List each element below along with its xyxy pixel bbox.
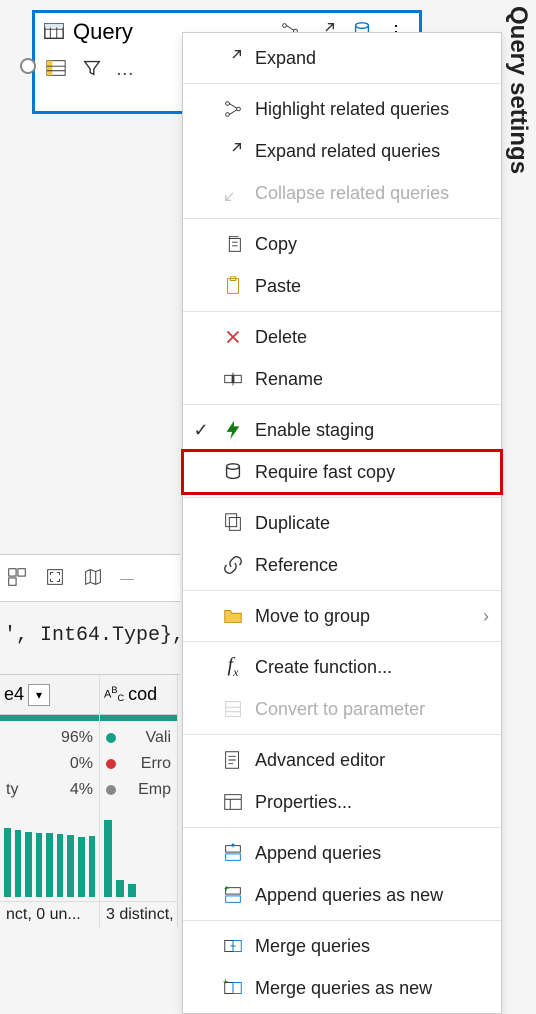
more-dots[interactable]: ... [117, 62, 135, 78]
distinct-summary: 3 distinct, 0 un... [100, 901, 177, 928]
check-icon: ✓ [191, 420, 211, 441]
error-dot-icon [106, 759, 116, 769]
distribution-bars [100, 811, 177, 901]
valid-pct: 96% [61, 729, 93, 747]
append-new-icon: + [221, 884, 245, 906]
distribution-bars [0, 811, 99, 901]
merge-new-icon: + [221, 977, 245, 999]
grid-icon[interactable] [6, 566, 28, 591]
duplicate-icon [221, 512, 245, 534]
filter-icon[interactable] [81, 57, 103, 82]
column-header[interactable]: ABC cod [100, 675, 177, 715]
menu-enable-staging[interactable]: ✓ Enable staging [183, 409, 501, 451]
append-icon [221, 842, 245, 864]
fast-copy-icon [221, 461, 245, 483]
menu-expand-related[interactable]: Expand related queries [183, 130, 501, 172]
menu-delete[interactable]: Delete [183, 316, 501, 358]
menu-rename[interactable]: Rename [183, 358, 501, 400]
reference-icon [221, 554, 245, 576]
menu-reference[interactable]: Reference [183, 544, 501, 586]
preview-column-a: e4 ▾ 96% 0% ty4% nct, 0 un... [0, 675, 100, 928]
delete-icon [221, 326, 245, 348]
formula-fragment: ', Int64.Type}, [0, 624, 184, 647]
menu-require-fast-copy[interactable]: Require fast copy [183, 451, 501, 493]
fit-icon[interactable] [44, 566, 66, 591]
menu-convert-parameter: Convert to parameter [183, 688, 501, 730]
preview-column-b: ABC cod Vali Erro Emp 3 distinct, 0 un..… [100, 675, 178, 928]
separator: — [120, 570, 134, 586]
paste-icon [221, 275, 245, 297]
node-connector[interactable] [20, 58, 36, 74]
bottom-toolbar: — [0, 554, 180, 602]
merge-icon [221, 935, 245, 957]
menu-properties[interactable]: Properties... [183, 781, 501, 823]
collapse-related-icon [221, 182, 245, 204]
chevron-right-icon: › [483, 606, 489, 627]
menu-move-to-group[interactable]: Move to group › [183, 595, 501, 637]
menu-duplicate[interactable]: Duplicate [183, 502, 501, 544]
menu-merge-queries[interactable]: Merge queries [183, 925, 501, 967]
empty-dot-icon [106, 785, 116, 795]
menu-append-queries[interactable]: Append queries [183, 832, 501, 874]
svg-text:+: + [223, 977, 228, 986]
menu-highlight-related[interactable]: Highlight related queries [183, 88, 501, 130]
menu-copy[interactable]: Copy [183, 223, 501, 265]
column-dropdown-icon[interactable]: ▾ [28, 684, 50, 706]
staging-icon [221, 419, 245, 441]
highlight-related-icon [221, 98, 245, 120]
column-stats: Vali Erro Emp [100, 721, 177, 811]
table-icon [43, 20, 65, 45]
type-badge: ABC [104, 686, 124, 703]
advanced-editor-icon [221, 749, 245, 771]
valid-dot-icon [106, 733, 116, 743]
context-menu: Expand Highlight related queries Expand … [182, 32, 502, 1014]
parameter-icon [221, 698, 245, 720]
error-pct: 0% [70, 755, 93, 773]
menu-paste[interactable]: Paste [183, 265, 501, 307]
menu-advanced-editor[interactable]: Advanced editor [183, 739, 501, 781]
data-preview: e4 ▾ 96% 0% ty4% nct, 0 un... ABC cod Va… [0, 674, 180, 928]
rename-icon [221, 368, 245, 390]
distinct-summary: nct, 0 un... [0, 901, 99, 928]
menu-create-function[interactable]: fx Create function... [183, 646, 501, 688]
menu-merge-queries-new[interactable]: + Merge queries as new [183, 967, 501, 1009]
menu-collapse-related: Collapse related queries [183, 172, 501, 214]
expand-related-icon [221, 140, 245, 162]
function-icon: fx [221, 654, 245, 680]
menu-append-queries-new[interactable]: + Append queries as new [183, 874, 501, 916]
query-settings-panel-label[interactable]: Query settings [504, 6, 532, 174]
column-stats: 96% 0% ty4% [0, 721, 99, 811]
map-icon[interactable] [82, 566, 104, 591]
expand-icon [221, 47, 245, 69]
empty-pct: 4% [70, 781, 93, 799]
column-name: cod [128, 684, 157, 705]
menu-expand[interactable]: Expand [183, 37, 501, 79]
svg-text:+: + [224, 884, 229, 893]
column-header[interactable]: e4 ▾ [0, 675, 99, 715]
table-preview-icon[interactable] [45, 57, 67, 82]
copy-icon [221, 233, 245, 255]
column-name: e4 [4, 684, 24, 705]
properties-icon [221, 791, 245, 813]
folder-icon [221, 605, 245, 627]
